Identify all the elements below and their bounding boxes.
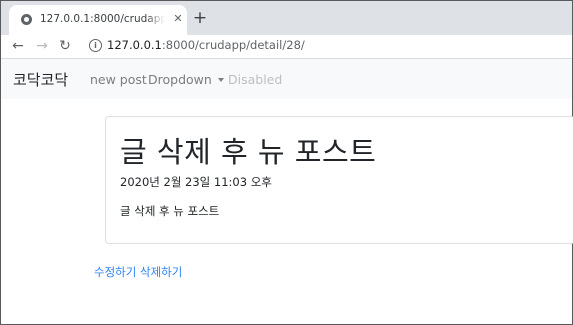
reload-icon[interactable]: ↻ [56,37,74,55]
tab-title: 127.0.0.1:8000/crudapp/detail/28/ [40,13,165,25]
site-navbar: 코닥코닥 new post Dropdown Disabled [1,59,572,99]
nav-dropdown[interactable]: Dropdown [148,72,224,87]
navbar-brand[interactable]: 코닥코닥 [13,69,68,90]
post-date: 2020년 2월 23일 11:03 오후 [120,175,272,189]
caret-down-icon [217,78,224,82]
nav-dropdown-label: Dropdown [148,72,212,87]
post-body: 글 삭제 후 뉴 포스트 [120,204,220,218]
browser-toolbar: ← → ↻ i 127.0.0.1:8000/crudapp/detail/28… [1,35,572,58]
delete-link[interactable]: 삭제하기 [140,265,182,279]
post-card: 글 삭제 후 뉴 포스트 2020년 2월 23일 11:03 오후 글 삭제 … [105,116,573,244]
url-path: :8000/crudapp/detail/28/ [161,38,305,52]
url-host: 127.0.0.1 [107,38,162,52]
post-title: 글 삭제 후 뉴 포스트 [120,135,377,169]
address-bar[interactable]: 127.0.0.1:8000/crudapp/detail/28/ [107,38,305,52]
new-tab-icon[interactable]: + [192,9,208,27]
nav-link-disabled: Disabled [228,72,283,87]
forward-arrow-icon[interactable]: → [33,37,51,55]
globe-icon [21,14,32,25]
browser-tab[interactable]: 127.0.0.1:8000/crudapp/detail/28/ ✕ [9,5,187,35]
nav-link-new-post[interactable]: new post [90,72,147,87]
edit-link[interactable]: 수정하기 [94,265,136,279]
post-actions: 수정하기 삭제하기 [94,264,182,280]
browser-tabstrip: 127.0.0.1:8000/crudapp/detail/28/ ✕ + [1,1,572,35]
back-arrow-icon[interactable]: ← [9,37,27,55]
info-icon[interactable]: i [89,39,102,52]
close-tab-icon[interactable]: ✕ [170,11,186,27]
